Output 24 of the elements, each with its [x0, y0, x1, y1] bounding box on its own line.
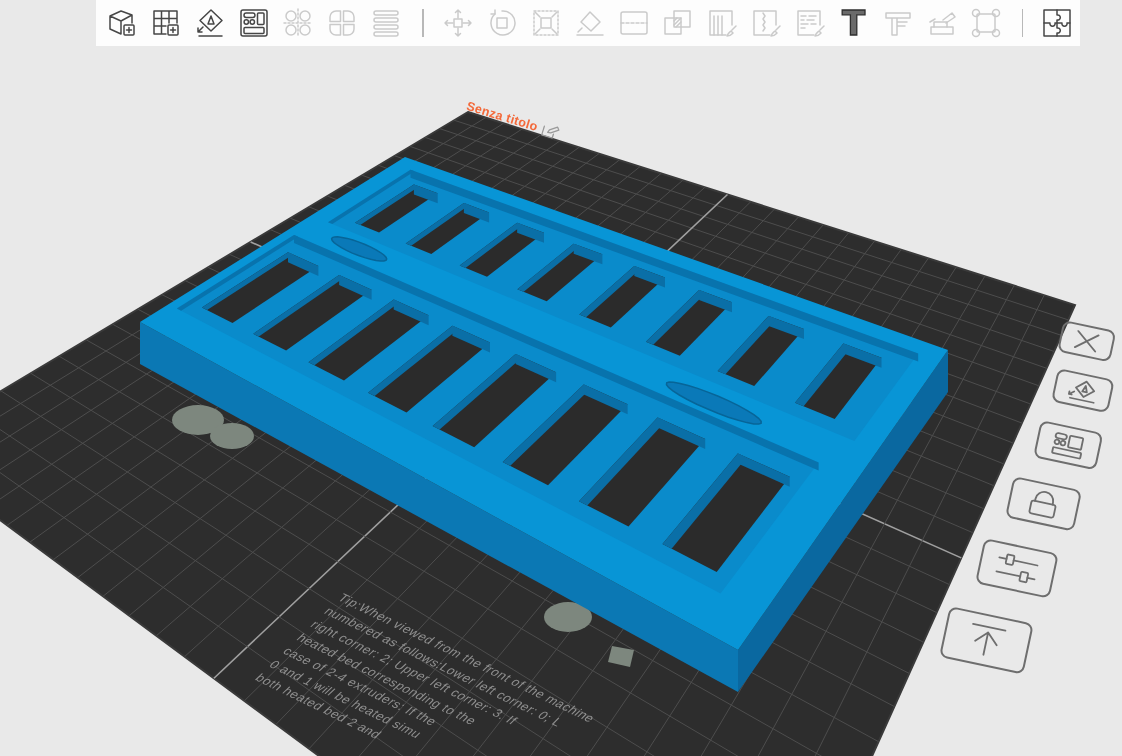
diamond-arrow-icon	[1068, 381, 1096, 404]
cube-plus-icon	[106, 7, 138, 39]
move-arrows-icon	[441, 7, 474, 39]
padlock-icon	[1028, 491, 1058, 520]
diamond-arrow-icon	[194, 7, 226, 39]
plate-settings-button[interactable]	[975, 537, 1059, 599]
plate-name: Senza titolo	[464, 99, 540, 134]
square-corner-circles-icon	[969, 7, 1002, 39]
arrange-plate-button[interactable]	[1032, 419, 1104, 471]
arrow-up-bar-icon	[971, 622, 1006, 656]
puzzle-icon	[1041, 7, 1073, 39]
move-to-top-button[interactable]	[938, 605, 1034, 675]
layout-blocks-icon	[238, 7, 270, 39]
split-shape-icon	[326, 7, 358, 39]
sliders-icon	[995, 553, 1039, 583]
four-circles-icon	[282, 7, 314, 39]
text-tool-button[interactable]: T	[831, 0, 876, 46]
stacked-bars-icon	[370, 7, 402, 39]
grid-plus-icon	[150, 7, 182, 39]
orient-plate-button[interactable]	[1051, 368, 1115, 414]
close-icon	[1074, 329, 1100, 353]
delete-plate-button[interactable]	[1057, 319, 1117, 363]
lock-plate-button[interactable]	[1005, 476, 1083, 532]
layout-blocks-icon	[1050, 431, 1084, 460]
